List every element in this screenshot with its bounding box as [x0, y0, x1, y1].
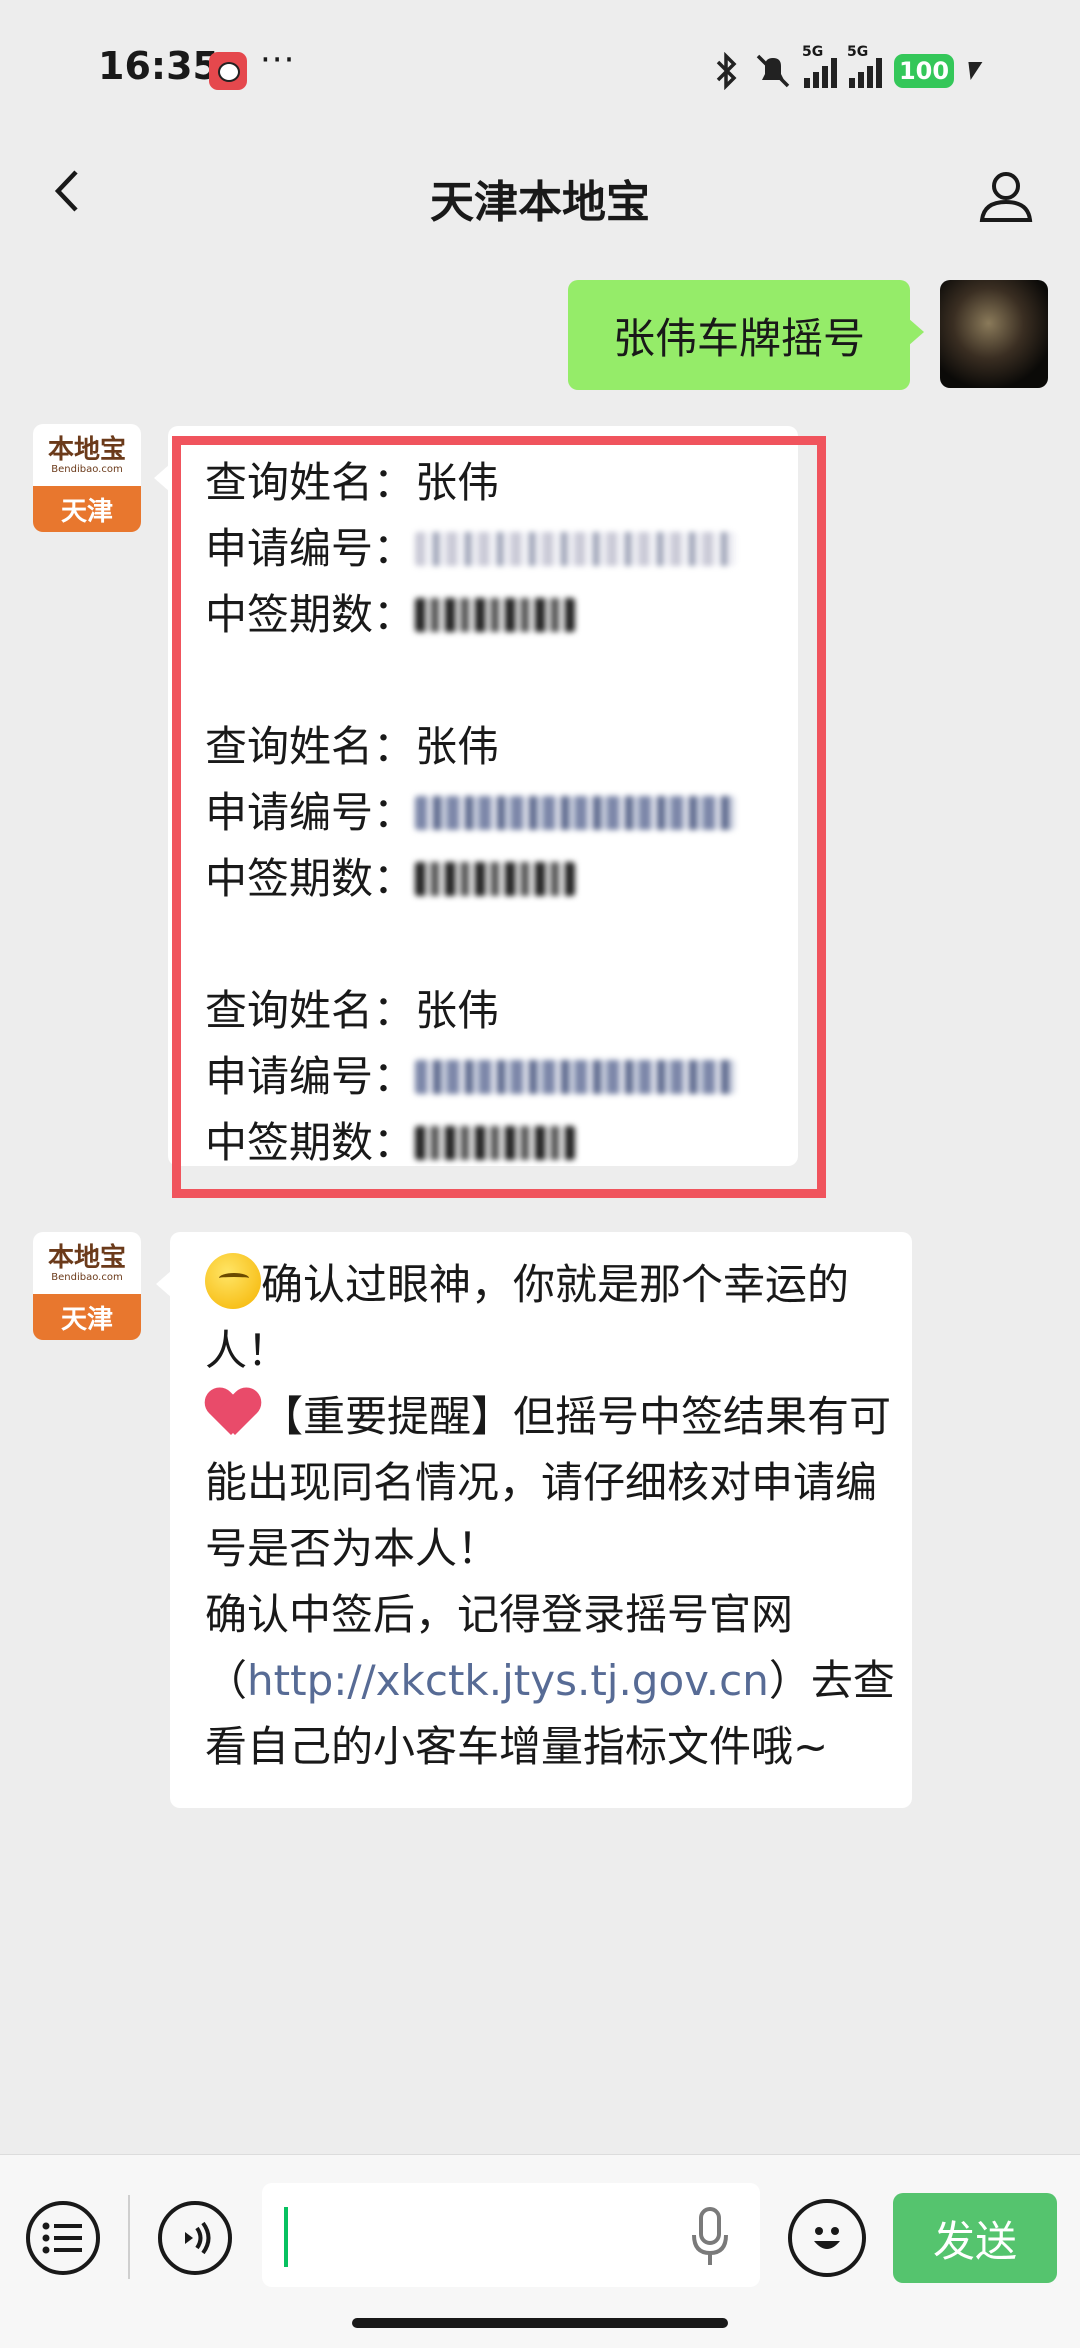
- signal-icon-2: 5G: [847, 44, 882, 88]
- thinking-face-icon: [205, 1253, 261, 1309]
- voice-icon[interactable]: [158, 2201, 232, 2275]
- more-notifications-icon: ···: [260, 40, 296, 80]
- home-indicator[interactable]: [352, 2318, 728, 2328]
- battery-indicator: 100: [894, 54, 954, 88]
- highlight-box: [172, 436, 826, 1198]
- bot-avatar[interactable]: 本地宝 Bendibao.com 天津: [33, 424, 141, 532]
- bot-avatar[interactable]: 本地宝 Bendibao.com 天津: [33, 1232, 141, 1340]
- bluetooth-icon: [716, 52, 737, 90]
- outgoing-message[interactable]: 张伟车牌摇号: [568, 280, 924, 390]
- status-bar: 16:35 ··· 5G 5G 100: [0, 0, 1080, 130]
- signal-icon-1: 5G: [802, 44, 837, 88]
- message-input[interactable]: [262, 2183, 760, 2287]
- input-divider: [128, 2195, 130, 2279]
- official-site-link[interactable]: http://xkctk.jtys.tj.gov.cn: [247, 1656, 769, 1705]
- text-cursor: [284, 2207, 288, 2267]
- status-time: 16:35: [98, 44, 219, 88]
- app-notification-icon: [209, 52, 247, 90]
- smiley-icon[interactable]: [788, 2199, 866, 2277]
- heart-icon: [205, 1389, 261, 1439]
- system-icons: 5G 5G 100: [712, 44, 983, 90]
- mic-icon[interactable]: [690, 2205, 730, 2269]
- mute-icon: [756, 54, 790, 88]
- charging-icon: [963, 62, 983, 80]
- list-icon[interactable]: [26, 2201, 100, 2275]
- user-avatar[interactable]: [940, 280, 1048, 388]
- send-button[interactable]: 发送: [893, 2193, 1057, 2283]
- chat-header: 天津本地宝: [0, 130, 1080, 260]
- person-icon[interactable]: [976, 166, 1036, 226]
- chat-title: 天津本地宝: [430, 177, 650, 228]
- info-message-text: 确认过眼神，你就是那个幸运的人！ 【重要提醒】但摇号中签结果有可能出现同名情况，…: [205, 1252, 895, 1780]
